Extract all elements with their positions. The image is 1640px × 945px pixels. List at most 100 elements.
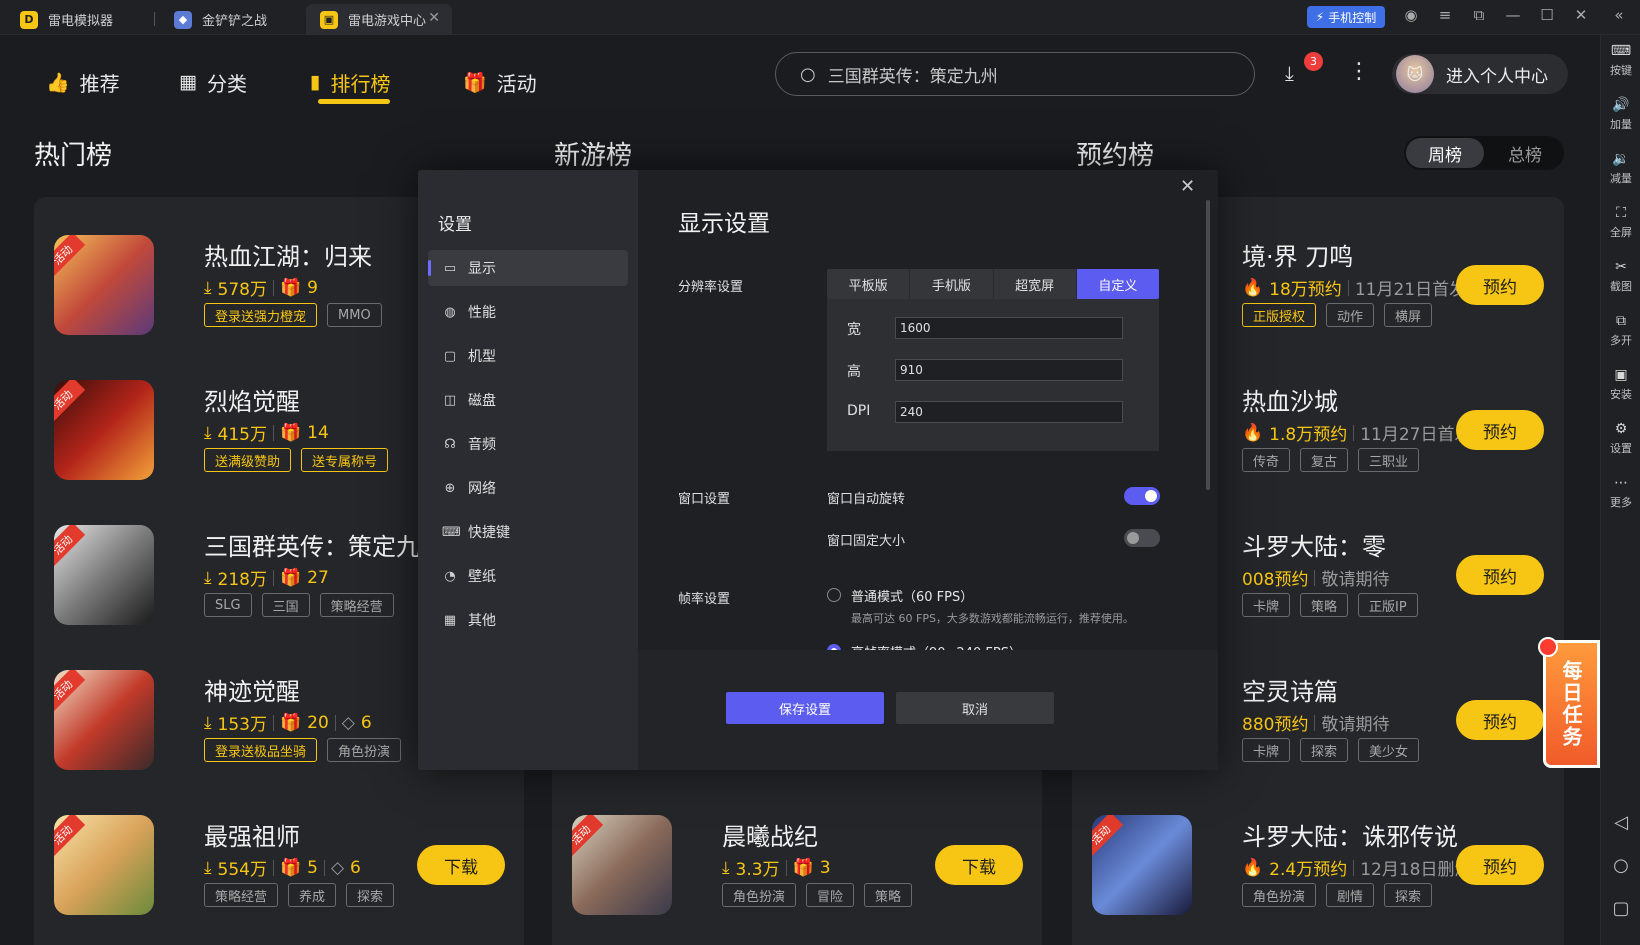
settings-menu-wallpaper[interactable]: ◔ 壁纸 xyxy=(428,558,628,594)
settings-menu-other[interactable]: ▦ 其他 xyxy=(428,602,628,638)
period-toggle: 周榜 总榜 xyxy=(1404,136,1564,170)
fullscreen-button[interactable]: ⛶ 全屏 xyxy=(1601,205,1640,240)
settings-menu-disk[interactable]: ◫ 磁盘 xyxy=(428,382,628,418)
tag: 横屏 xyxy=(1384,303,1433,327)
week-tab[interactable]: 周榜 xyxy=(1406,138,1484,168)
more-icon: ⋯ xyxy=(1614,475,1628,491)
menu-label: 网络 xyxy=(468,481,496,497)
reserve-button[interactable]: 预约 xyxy=(1456,555,1544,595)
gift-count: 27 xyxy=(307,567,329,588)
settings-dialog: 设置 ▭ 显示 ◍ 性能 ▢ 机型 ◫ 磁盘 ☊ 音频 ⊕ 网络 ⌨ 快捷键 ◔ 壁纸 ▦ 其他 … xyxy=(418,170,1218,770)
nav-ranking[interactable]: ▮ 排行榜 xyxy=(310,65,390,99)
reserve-button[interactable]: 预约 xyxy=(1456,265,1544,305)
fps-normal-description: 最高可达 60 FPS，大多数游戏都能流畅运行，推荐使用。 xyxy=(851,612,1134,625)
list-item[interactable]: 活动 斗罗大陆：诛邪传说 🔥 2.4万预约 12月18日删测 角色扮演 剧情 探索… xyxy=(1092,815,1552,915)
segment-phone[interactable]: 手机版 xyxy=(910,269,994,299)
download-count: 554万 xyxy=(217,860,267,880)
segment-ultrawide[interactable]: 超宽屏 xyxy=(994,269,1077,299)
nav-recommend[interactable]: 👍 推荐 xyxy=(46,65,120,99)
event-ribbon: 活动 xyxy=(54,815,86,858)
fire-icon: 🔥 xyxy=(1242,422,1264,443)
download-button[interactable]: 下载 xyxy=(417,845,505,885)
height-input[interactable]: 910 xyxy=(895,359,1123,381)
close-tab-icon[interactable]: ✕ xyxy=(428,10,440,26)
settings-menu-display[interactable]: ▭ 显示 xyxy=(428,250,628,286)
phone-control-button[interactable]: ⚡ 手机控制 xyxy=(1307,6,1385,28)
gift-icon: 🎁 xyxy=(792,857,814,878)
settings-menu-network[interactable]: ⊕ 网络 xyxy=(428,470,628,506)
download-icon[interactable]: ⤓ xyxy=(1285,61,1294,85)
segment-tablet[interactable]: 平板版 xyxy=(827,269,911,299)
reserve-button[interactable]: 预约 xyxy=(1456,700,1544,740)
cancel-button[interactable]: 取消 xyxy=(896,692,1054,724)
grid-icon: ▦ xyxy=(179,71,197,93)
settings-menu-shortcuts[interactable]: ⌨ 快捷键 xyxy=(428,514,628,550)
settings-menu-model[interactable]: ▢ 机型 xyxy=(428,338,628,374)
coupon-icon: ◇ xyxy=(341,712,355,733)
total-tab[interactable]: 总榜 xyxy=(1488,138,1562,168)
back-icon[interactable]: ◁ xyxy=(1601,812,1640,833)
avatar-small-icon[interactable]: ◉ xyxy=(1400,6,1422,24)
download-icon: ⤓ xyxy=(204,277,212,298)
reserve-button[interactable]: 预约 xyxy=(1456,410,1544,450)
screenshot-button[interactable]: ✂ 截图 xyxy=(1601,259,1640,294)
volume-down-button[interactable]: 🔉 减量 xyxy=(1601,151,1640,186)
minimize-icon[interactable]: — xyxy=(1502,6,1524,24)
settings-menu-performance[interactable]: ◍ 性能 xyxy=(428,294,628,330)
list-item[interactable]: 活动 晨曦战纪 ⤓ 3.3万 🎁 3 角色扮演 冒险 策略 下载 xyxy=(572,815,1032,915)
list-item[interactable]: 活动 最强祖师 ⤓ 554万 🎁 5 ◇ 6 策略经营 养成 探索 下载 xyxy=(54,815,514,915)
install-apk-button[interactable]: ▣ 安装 xyxy=(1601,367,1640,402)
width-input[interactable]: 1600 xyxy=(895,317,1123,339)
fps-normal-radio[interactable] xyxy=(827,588,841,602)
close-icon[interactable]: ✕ xyxy=(1180,176,1195,197)
rail-label: 按键 xyxy=(1610,64,1632,77)
nav-events[interactable]: 🎁 活动 xyxy=(463,65,537,99)
keymap-button[interactable]: ⌨ 按键 xyxy=(1601,43,1640,78)
settings-menu-audio[interactable]: ☊ 音频 xyxy=(428,426,628,462)
reserve-button[interactable]: 预约 xyxy=(1456,845,1544,885)
tab-game-center[interactable]: ▣ 雷电游戏中心 ✕ xyxy=(306,4,452,35)
download-count: 218万 xyxy=(217,570,267,590)
recent-apps-icon[interactable]: ▢ xyxy=(1601,898,1640,919)
fixed-size-switch[interactable] xyxy=(1124,529,1160,547)
settings-scrollbar[interactable] xyxy=(1206,200,1210,490)
search-input[interactable]: ○ 三国群英传：策定九州 xyxy=(775,52,1255,96)
auto-rotate-switch[interactable] xyxy=(1124,487,1160,505)
tag: 冒险 xyxy=(806,883,855,907)
folder-icon: ▢ xyxy=(443,348,457,364)
user-center-button[interactable]: 🐱 进入个人中心 xyxy=(1392,54,1568,94)
game-title: 神迹觉醒 xyxy=(204,678,300,706)
maximize-icon[interactable]: ☐ xyxy=(1536,6,1558,24)
segment-custom[interactable]: 自定义 xyxy=(1076,269,1159,299)
gift-count: 3 xyxy=(819,857,831,878)
save-settings-button[interactable]: 保存设置 xyxy=(726,692,884,724)
home-icon[interactable]: ○ xyxy=(1601,855,1640,876)
keyboard-icon: ⌨ xyxy=(1610,43,1632,59)
tab-ld-emulator[interactable]: D 雷电模拟器 xyxy=(6,4,146,35)
search-icon: ○ xyxy=(800,63,816,85)
tag: 角色扮演 xyxy=(1242,883,1317,907)
download-button[interactable]: 下载 xyxy=(935,845,1023,885)
reserve-ranking-title: 预约榜 xyxy=(1076,141,1155,171)
game-title: 最强祖师 xyxy=(204,823,300,851)
multi-instance-button[interactable]: ⧉ 多开 xyxy=(1601,313,1640,348)
more-button[interactable]: ⋯ 更多 xyxy=(1601,475,1640,510)
volume-up-icon: 🔊 xyxy=(1612,97,1630,113)
tag: 探索 xyxy=(1384,883,1433,907)
dpi-input[interactable]: 240 xyxy=(895,401,1123,423)
pin-icon[interactable]: ⧉ xyxy=(1468,6,1490,24)
tab-jinchanchan[interactable]: ◆ 金铲铲之战 xyxy=(160,4,300,35)
tag: 角色扮演 xyxy=(327,738,402,762)
menu-icon[interactable]: ≡ xyxy=(1434,6,1456,24)
rail-label: 加量 xyxy=(1610,118,1632,131)
nav-category[interactable]: ▦ 分类 xyxy=(179,65,247,99)
tag: 策略经营 xyxy=(319,593,394,617)
release-date: 敬请期待 xyxy=(1321,715,1390,735)
settings-button[interactable]: ⚙ 设置 xyxy=(1601,421,1640,456)
volume-up-button[interactable]: 🔊 加量 xyxy=(1601,97,1640,132)
close-icon[interactable]: ✕ xyxy=(1570,6,1592,24)
more-options-icon[interactable]: ⋮ xyxy=(1348,59,1370,84)
thumbs-up-icon: 👍 xyxy=(46,71,70,94)
collapse-rail-icon[interactable]: « xyxy=(1608,6,1630,24)
daily-task-widget[interactable]: 每日任务 xyxy=(1538,637,1600,768)
